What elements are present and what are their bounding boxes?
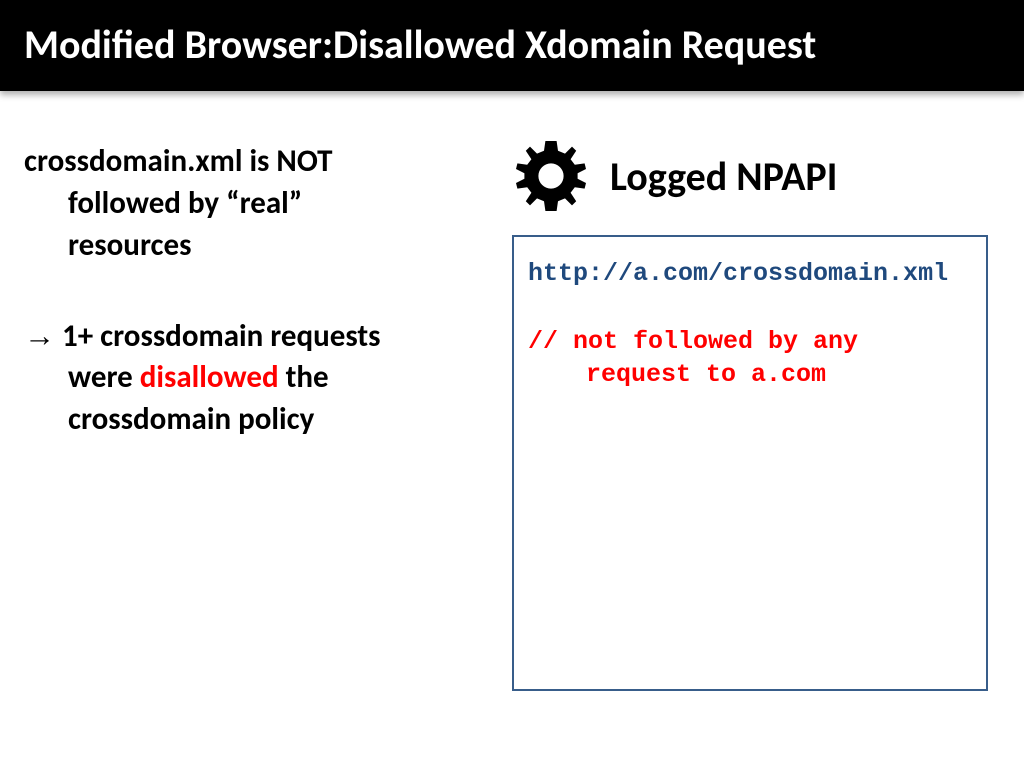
gear-icon (516, 141, 586, 211)
slide-header: Modified Browser:Disallowed Xdomain Requ… (0, 0, 1024, 91)
p1-line3: resources (24, 225, 486, 267)
p1-line2: followed by “real” (24, 183, 486, 225)
code-comment-line2: request to a.com (528, 358, 972, 392)
right-column: Logged NPAPI http://a.com/crossdomain.xm… (506, 141, 996, 691)
code-url: http://a.com/crossdomain.xml (528, 257, 972, 291)
npapi-title: Logged NPAPI (610, 152, 837, 201)
p2-line3: crossdomain policy (24, 399, 486, 441)
slide-title: Modified Browser:Disallowed Xdomain Requ… (24, 20, 816, 69)
p2-line1: 1+ crossdomain requests (55, 317, 381, 355)
right-header: Logged NPAPI (512, 141, 996, 211)
p1-line1: crossdomain.xml is NOT (24, 142, 333, 180)
code-comment-line1: // not followed by any (528, 325, 972, 359)
paragraph-1: crossdomain.xml is NOT followed by “real… (24, 141, 486, 267)
p2-line2a: were (68, 358, 140, 396)
paragraph-2: → 1+ crossdomain requests were disallowe… (24, 315, 486, 442)
p2-line2b: the (279, 358, 329, 396)
slide-content: crossdomain.xml is NOT followed by “real… (0, 91, 1024, 691)
disallowed-word: disallowed (140, 358, 279, 396)
code-box: http://a.com/crossdomain.xml // not foll… (512, 235, 988, 691)
p2-line2: were disallowed the (24, 357, 486, 399)
left-column: crossdomain.xml is NOT followed by “real… (16, 141, 506, 691)
arrow-icon: → (24, 318, 55, 353)
